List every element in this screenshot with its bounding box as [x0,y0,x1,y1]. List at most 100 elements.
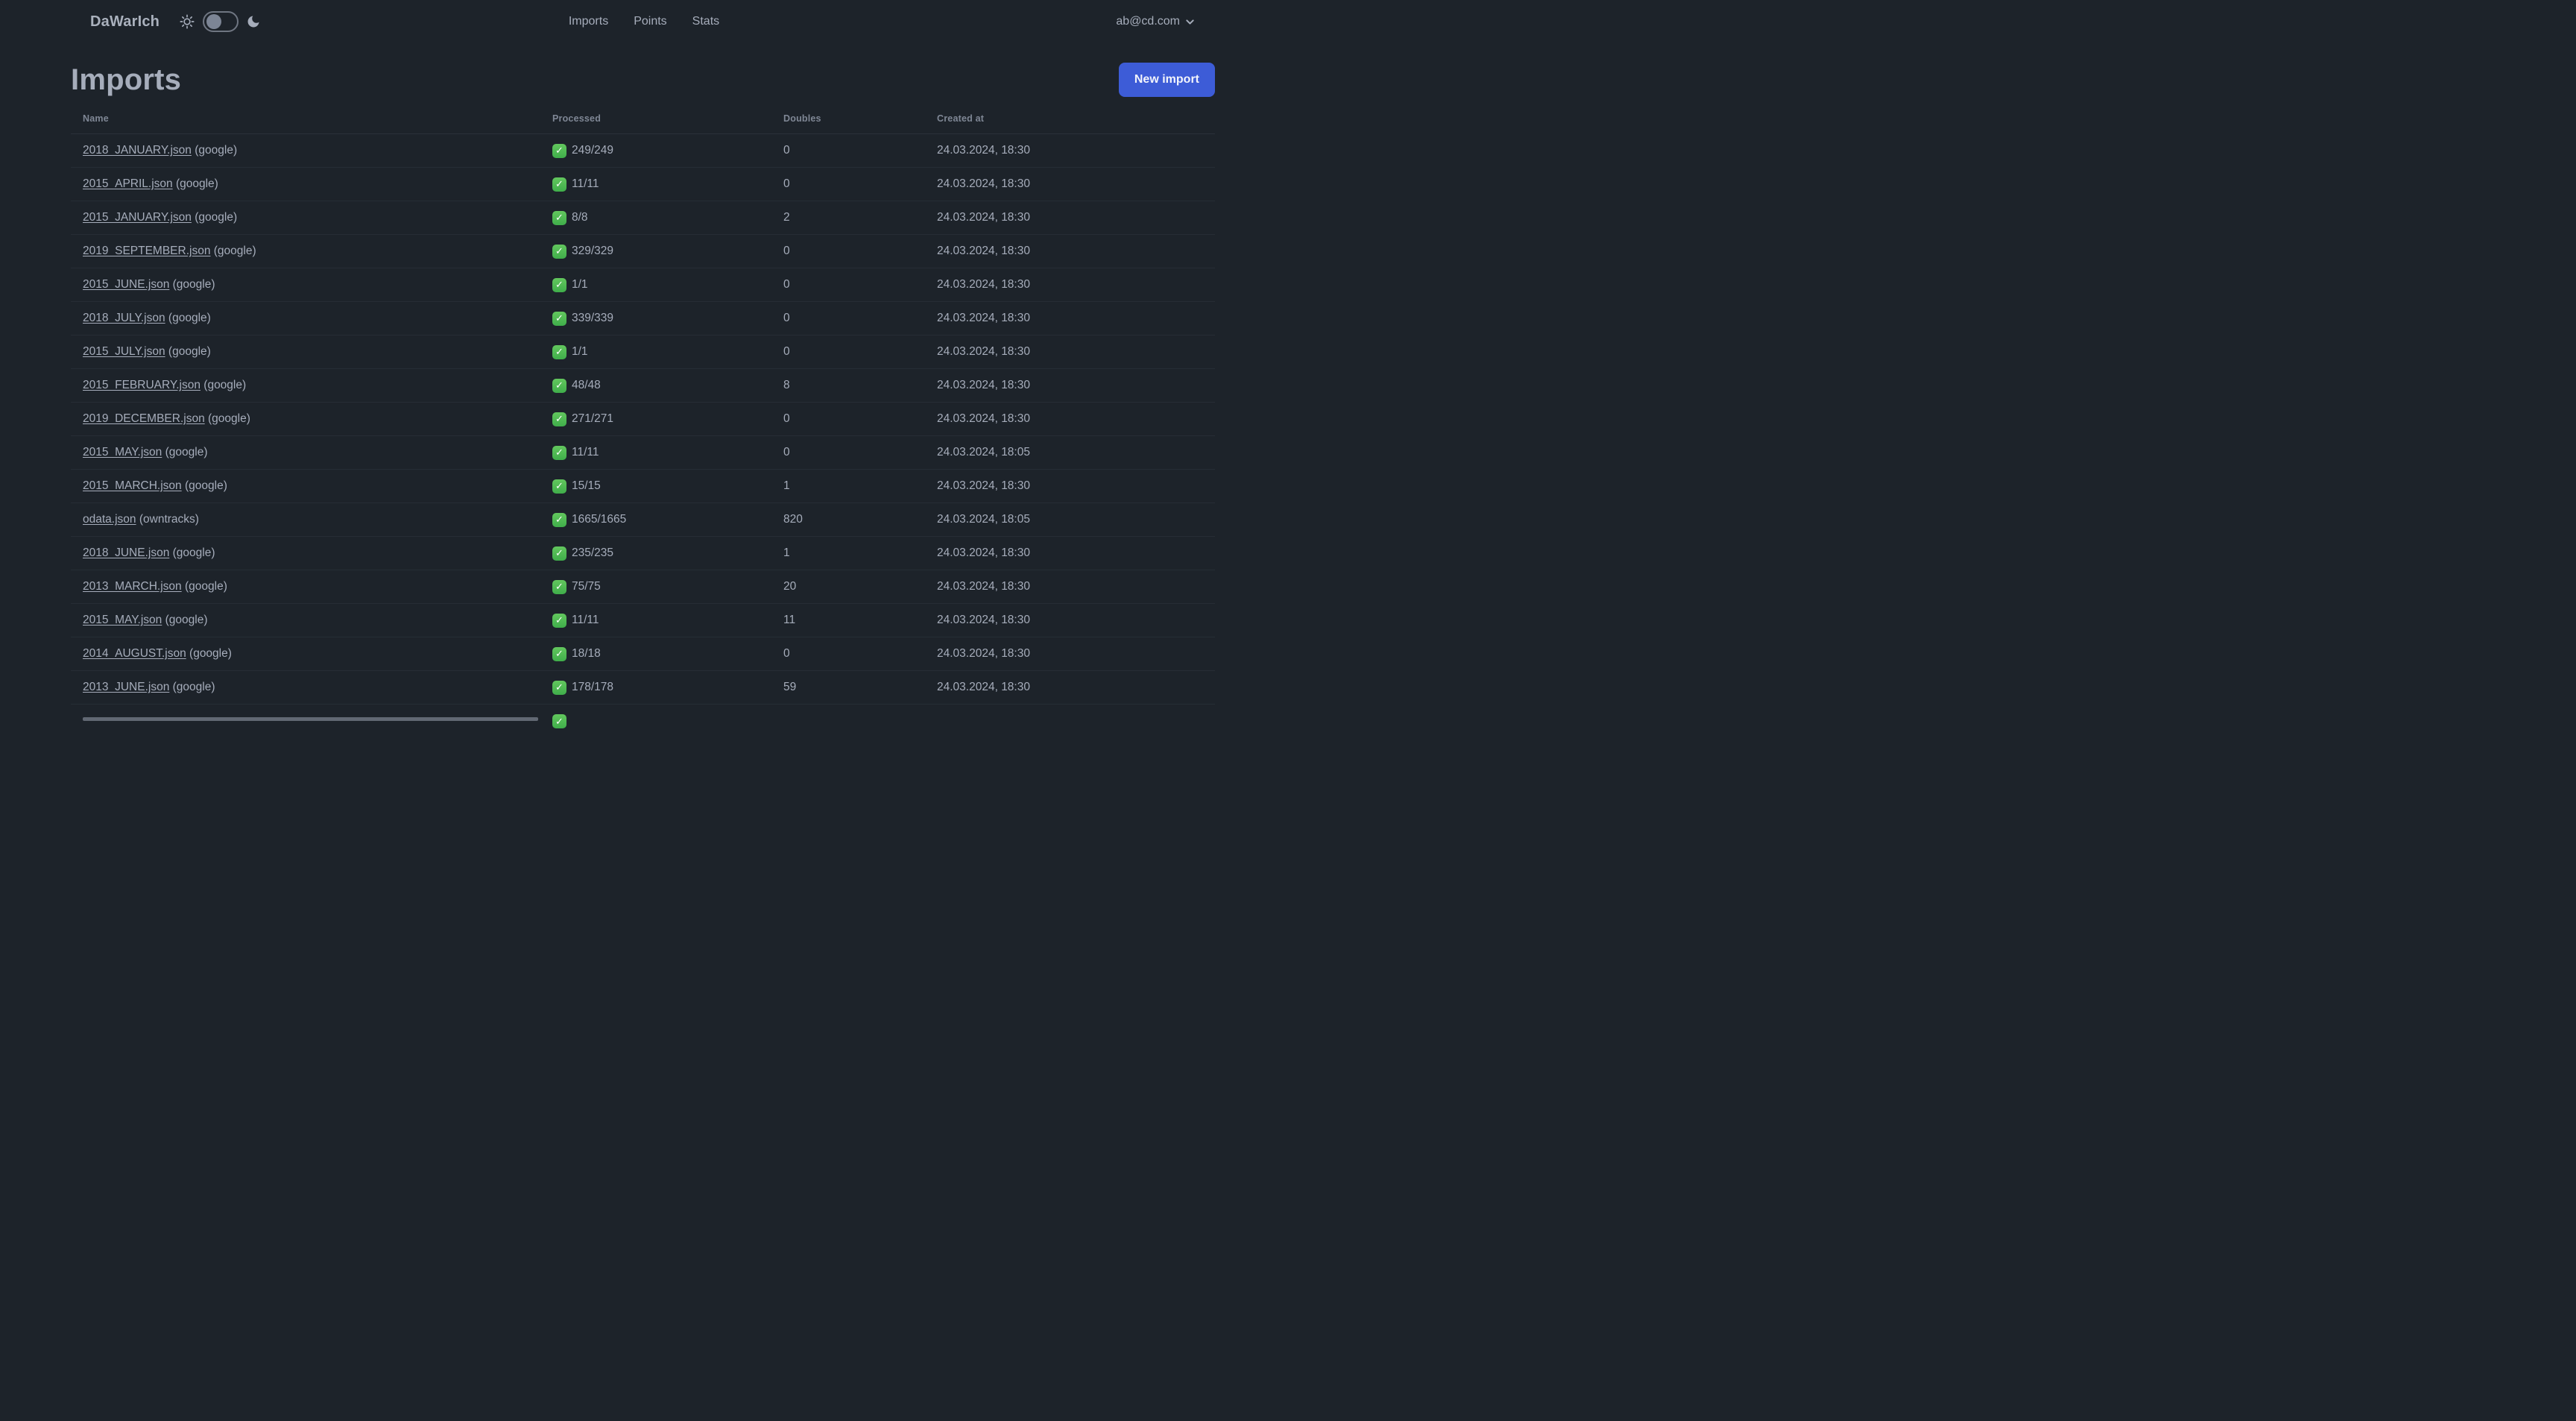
import-source-label: (google) [208,412,250,425]
processed-cell: ✓ 178/178 [540,670,771,705]
doubles-cell: 20 [771,570,925,604]
processed-count: 8/8 [572,211,588,224]
success-check-icon: ✓ [552,646,566,661]
processed-cell: ✓ 8/8 [540,201,771,235]
nav-link-stats[interactable]: Stats [692,15,719,28]
table-row: 2019_SEPTEMBER.json (google) ✓ 329/329 0 24.… [71,234,1215,268]
import-source-label: (google) [165,446,208,459]
table-row: 2015_JUNE.json (google) ✓ 1/1 0 24.03.2024, … [71,268,1215,302]
column-header-processed: Processed [540,104,771,134]
table-row: 2015_JULY.json (google) ✓ 1/1 0 24.03.2024, … [71,335,1215,369]
import-source-label: (google) [195,144,238,157]
table-row-partial: ✓ [71,705,1215,738]
nav-link-imports[interactable]: Imports [569,15,608,28]
processed-cell: ✓ 339/339 [540,301,771,335]
name-cell: 2015_APRIL.json (google) [71,167,540,201]
nav-link-points[interactable]: Points [634,15,666,28]
success-check-icon: ✓ [552,512,566,527]
column-header-name: Name [71,104,540,134]
import-file-link[interactable]: 2015_JANUARY.json [83,211,192,224]
user-menu[interactable]: ab@cd.com [1116,15,1196,28]
cut-off-text [83,717,538,721]
column-header-created-at: Created at [925,104,1215,134]
theme-toggle[interactable] [203,11,239,32]
processed-count: 339/339 [572,312,614,324]
imports-table: Name Processed Doubles Created at 2018_J… [71,104,1215,738]
import-file-link[interactable]: 2018_JULY.json [83,312,165,324]
import-file-link[interactable]: 2015_JULY.json [83,345,165,358]
created-at-cell: 24.03.2024, 18:05 [925,435,1215,470]
import-file-link[interactable]: 2015_APRIL.json [83,177,173,190]
user-email: ab@cd.com [1116,15,1180,28]
processed-cell: ✓ 11/11 [540,167,771,201]
name-cell: 2013_JUNE.json (google) [71,670,540,705]
processed-cell: ✓ 75/75 [540,570,771,604]
processed-count: 15/15 [572,479,601,492]
name-cell: 2015_MARCH.json (google) [71,469,540,503]
doubles-cell: 0 [771,268,925,302]
theme-toggle-knob [206,14,222,29]
success-check-icon: ✓ [552,378,566,393]
import-source-label: (owntracks) [139,513,199,526]
doubles-cell: 0 [771,402,925,436]
import-file-link[interactable]: 2013_JUNE.json [83,681,169,693]
success-check-icon: ✓ [552,714,566,728]
processed-cell: ✓ 15/15 [540,469,771,503]
processed-cell: ✓ 1665/1665 [540,502,771,537]
created-at-cell: 24.03.2024, 18:30 [925,637,1215,671]
name-cell: 2014_AUGUST.json (google) [71,637,540,671]
doubles-cell [771,705,925,738]
import-file-link[interactable]: 2015_MARCH.json [83,479,182,492]
import-file-link[interactable]: 2019_DECEMBER.json [83,412,205,425]
import-source-label: (google) [213,245,256,257]
created-at-cell: 24.03.2024, 18:30 [925,268,1215,302]
name-cell: 2015_JULY.json (google) [71,335,540,369]
processed-count: 48/48 [572,379,601,391]
import-source-label: (google) [168,345,211,358]
import-file-link[interactable]: odata.json [83,513,136,526]
created-at-cell: 24.03.2024, 18:30 [925,402,1215,436]
import-source-label: (google) [185,580,227,593]
processed-cell: ✓ 48/48 [540,368,771,403]
new-import-button[interactable]: New import [1118,63,1215,97]
success-check-icon: ✓ [552,210,566,225]
processed-cell: ✓ 1/1 [540,335,771,369]
success-check-icon: ✓ [552,277,566,292]
import-source-label: (google) [172,278,215,291]
doubles-cell: 1 [771,536,925,570]
doubles-cell: 2 [771,201,925,235]
processed-count: 1/1 [572,345,588,358]
name-cell: 2015_JUNE.json (google) [71,268,540,302]
import-file-link[interactable]: 2019_SEPTEMBER.json [83,245,210,257]
import-file-link[interactable]: 2018_JUNE.json [83,546,169,559]
processed-cell: ✓ 11/11 [540,603,771,637]
doubles-cell: 0 [771,637,925,671]
import-file-link[interactable]: 2015_MAY.json [83,446,162,459]
doubles-cell: 0 [771,435,925,470]
doubles-cell: 59 [771,670,925,705]
import-file-link[interactable]: 2015_FEBRUARY.json [83,379,201,391]
name-cell: 2015_MAY.json (google) [71,435,540,470]
table-row: odata.json (owntracks) ✓ 1665/1665 820 24.03… [71,502,1215,537]
processed-cell: ✓ 249/249 [540,133,771,168]
table-row: 2013_MARCH.json (google) ✓ 75/75 20 24.03.20… [71,570,1215,604]
created-at-cell: 24.03.2024, 18:30 [925,133,1215,168]
processed-count: 75/75 [572,580,601,593]
processed-cell: ✓ 329/329 [540,234,771,268]
doubles-cell: 820 [771,502,925,537]
doubles-cell: 0 [771,133,925,168]
import-file-link[interactable]: 2014_AUGUST.json [83,647,186,660]
import-file-link[interactable]: 2015_MAY.json [83,614,162,626]
created-at-cell: 24.03.2024, 18:30 [925,603,1215,637]
app-logo[interactable]: DaWarIch [90,13,160,31]
import-source-label: (google) [195,211,238,224]
import-file-link[interactable]: 2015_JUNE.json [83,278,169,291]
name-cell: 2013_MARCH.json (google) [71,570,540,604]
processed-count: 11/11 [572,177,599,190]
import-file-link[interactable]: 2018_JANUARY.json [83,144,192,157]
processed-cell: ✓ 1/1 [540,268,771,302]
table-row: 2015_MAY.json (google) ✓ 11/11 0 24.03.2024,… [71,435,1215,470]
created-at-cell: 24.03.2024, 18:30 [925,570,1215,604]
processed-cell: ✓ 235/235 [540,536,771,570]
import-file-link[interactable]: 2013_MARCH.json [83,580,182,593]
